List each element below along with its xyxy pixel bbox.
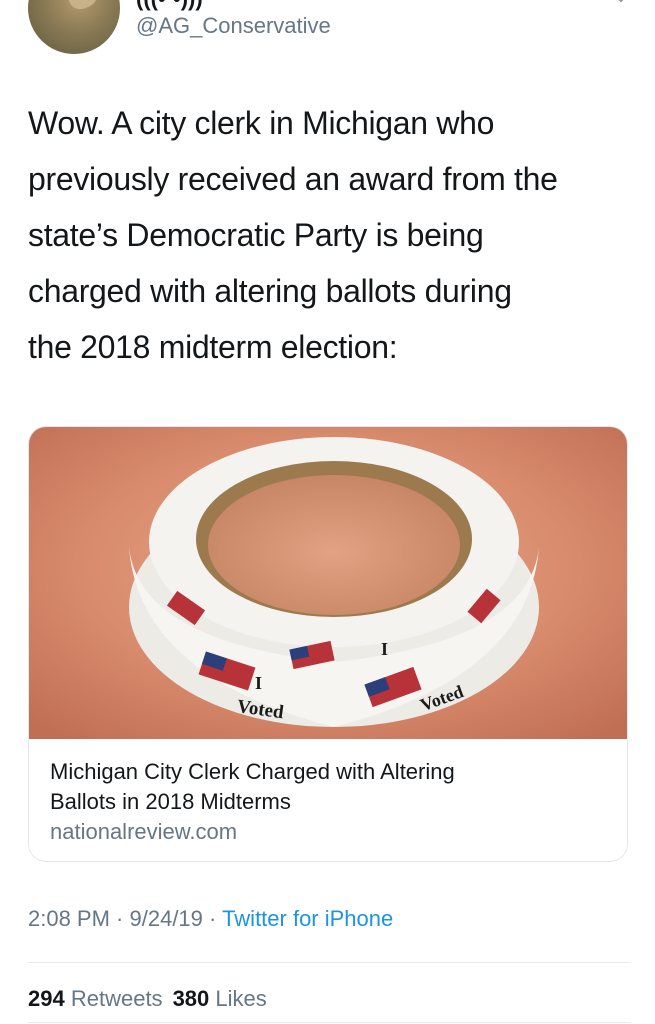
card-title-line: Ballots in 2018 Midterms — [50, 789, 291, 814]
tweet-meta: 2:08 PM · 9/24/19 · Twitter for iPhone — [28, 906, 393, 932]
tweet-text-line: previously received an award from the — [28, 161, 558, 197]
display-name[interactable]: (((•·•))) — [136, 0, 203, 12]
tweet-stats: 294 Retweets 380 Likes — [28, 986, 267, 1012]
sticker-i-label: I — [255, 673, 262, 693]
avatar-photo — [64, 0, 102, 13]
likes-label: Likes — [215, 986, 267, 1011]
card-domain: nationalreview.com — [50, 819, 238, 844]
tweet-date[interactable]: 9/24/19 — [130, 906, 203, 931]
retweets-stat[interactable]: 294 Retweets — [28, 986, 163, 1011]
avatar[interactable] — [28, 0, 120, 54]
retweets-label: Retweets — [70, 986, 163, 1011]
card-title-line: Michigan City Clerk Charged with Alterin… — [50, 759, 455, 784]
meta-separator: · — [202, 906, 223, 931]
tweet-header: (((•·•))) @AG_Conservative — [0, 0, 655, 70]
divider — [28, 1022, 631, 1023]
tweet-text-line: charged with altering ballots during — [28, 273, 512, 309]
user-handle[interactable]: @AG_Conservative — [136, 13, 331, 39]
tweet-time: 2:08 PM — [28, 906, 110, 931]
tweet-text-line: Wow. A city clerk in Michigan who — [28, 105, 495, 141]
meta-separator: · — [109, 906, 130, 931]
tweet-text-line: the 2018 midterm election: — [28, 329, 398, 365]
tweet-source-link[interactable]: Twitter for iPhone — [222, 906, 393, 931]
sticker-i-label: I — [381, 639, 388, 659]
likes-count: 380 — [172, 986, 210, 1011]
likes-stat[interactable]: 380 Likes — [173, 986, 267, 1011]
tweet-text-line: state’s Democratic Party is being — [28, 217, 484, 253]
chevron-down-icon[interactable] — [613, 0, 629, 6]
retweets-count: 294 — [28, 986, 65, 1011]
tweet-text: Wow. A city clerk in Michigan who previo… — [28, 95, 638, 375]
link-preview-card[interactable]: I I Voted Voted Michigan City Clerk Char… — [28, 426, 628, 862]
card-image-voted-stickers: I I Voted Voted — [29, 427, 627, 739]
card-title[interactable]: Michigan City Clerk Charged with Alterin… — [50, 757, 610, 817]
divider — [28, 962, 631, 963]
